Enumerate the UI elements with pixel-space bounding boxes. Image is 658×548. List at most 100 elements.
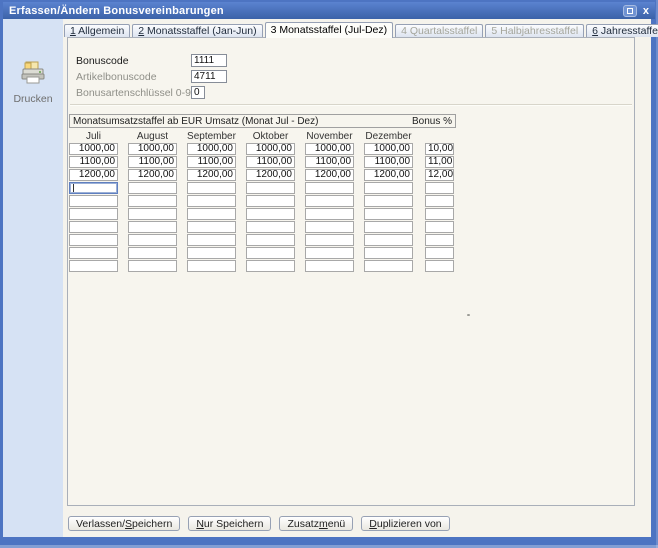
- zusatzmenu-button[interactable]: Zusatzmenü: [279, 516, 354, 531]
- month-cell[interactable]: [364, 182, 413, 194]
- month-cell[interactable]: [305, 182, 354, 194]
- month-cell[interactable]: [364, 260, 413, 272]
- tab-monatsstaffel-jul-dez[interactable]: 3 Monatsstaffel (Jul-Dez): [264, 22, 394, 38]
- month-cell[interactable]: [187, 260, 236, 272]
- month-cell[interactable]: 1200,00: [246, 169, 295, 181]
- month-cell[interactable]: [305, 195, 354, 207]
- month-cell[interactable]: [69, 182, 118, 194]
- month-cell[interactable]: [246, 195, 295, 207]
- month-cell[interactable]: [128, 247, 177, 259]
- month-cell[interactable]: [246, 182, 295, 194]
- bonus-cell[interactable]: 11,00: [425, 156, 454, 168]
- month-cell[interactable]: [128, 234, 177, 246]
- month-cell[interactable]: [187, 195, 236, 207]
- month-cell[interactable]: [364, 208, 413, 220]
- month-cell[interactable]: [128, 221, 177, 233]
- month-cell[interactable]: 1000,00: [128, 143, 177, 155]
- month-cell[interactable]: 1000,00: [305, 143, 354, 155]
- month-cell[interactable]: 1200,00: [364, 169, 413, 181]
- bonusartenschluessel-input[interactable]: [191, 86, 205, 99]
- bonus-cell[interactable]: [425, 247, 454, 259]
- month-cell[interactable]: [69, 208, 118, 220]
- main-area: 1 Allgemein 2 Monatsstaffel (Jan-Jun) 3 Mo…: [63, 19, 658, 537]
- month-cell[interactable]: 1100,00: [364, 156, 413, 168]
- month-cell[interactable]: [69, 247, 118, 259]
- bonus-cell[interactable]: [425, 182, 454, 194]
- month-cell[interactable]: 1100,00: [246, 156, 295, 168]
- bonus-cell[interactable]: 12,00: [425, 169, 454, 181]
- bonus-percent-header: Bonus %: [411, 115, 452, 127]
- month-cell[interactable]: [246, 221, 295, 233]
- month-cell[interactable]: 1100,00: [305, 156, 354, 168]
- titlebar[interactable]: Erfassen/Ändern Bonusvereinbarungen x: [3, 2, 655, 19]
- month-cell[interactable]: [187, 247, 236, 259]
- month-cell[interactable]: [364, 195, 413, 207]
- app-window: Erfassen/Ändern Bonusvereinbarungen x Dr…: [0, 0, 658, 548]
- month-cell[interactable]: [69, 221, 118, 233]
- staffel-header-title: Monatsumsatzstaffel ab EUR Umsatz (Monat…: [73, 115, 319, 127]
- month-cell[interactable]: 1000,00: [246, 143, 295, 155]
- month-cell[interactable]: [364, 247, 413, 259]
- print-label: Drucken: [13, 93, 53, 105]
- artikelbonuscode-row: Artikelbonuscode: [76, 70, 626, 83]
- month-cell[interactable]: [305, 234, 354, 246]
- print-button[interactable]: Drucken: [3, 61, 63, 105]
- bonus-cell[interactable]: [425, 195, 454, 207]
- sidebar: Drucken: [3, 19, 63, 537]
- month-cell[interactable]: 1100,00: [69, 156, 118, 168]
- bonus-cell[interactable]: 10,00: [425, 143, 454, 155]
- month-cell[interactable]: [305, 208, 354, 220]
- tab-strip: 1 Allgemein 2 Monatsstaffel (Jan-Jun) 3 Mo…: [64, 22, 658, 38]
- month-cell[interactable]: [187, 182, 236, 194]
- tab-monatsstaffel-jan-jun[interactable]: 2 Monatsstaffel (Jan-Jun): [132, 24, 263, 37]
- button-row: Verlassen/Speichern Nur Speichern Zusatzme…: [68, 516, 450, 531]
- month-cell[interactable]: [69, 260, 118, 272]
- bonusartenschluessel-row: Bonusartenschlüssel 0-9: [76, 86, 626, 99]
- tab-allgemein[interactable]: 1 Allgemein: [64, 24, 131, 37]
- month-cell[interactable]: 1100,00: [128, 156, 177, 168]
- column-header: Dezember: [365, 131, 412, 142]
- month-cell[interactable]: [364, 234, 413, 246]
- month-cell[interactable]: [187, 208, 236, 220]
- bonusartenschluessel-label: Bonusartenschlüssel 0-9: [76, 87, 191, 99]
- bonuscode-input[interactable]: [191, 54, 227, 67]
- bonus-cell[interactable]: [425, 221, 454, 233]
- tab-jahresstaffel[interactable]: 6 Jahresstaffel: [586, 24, 658, 37]
- artikelbonuscode-input[interactable]: [191, 70, 227, 83]
- month-cell[interactable]: [305, 221, 354, 233]
- bonus-cell[interactable]: [425, 234, 454, 246]
- column-header-spacer: [423, 131, 454, 142]
- month-cell[interactable]: 1200,00: [128, 169, 177, 181]
- column-header: August: [136, 131, 169, 142]
- month-cell[interactable]: [305, 260, 354, 272]
- month-cell[interactable]: 1200,00: [69, 169, 118, 181]
- month-cell[interactable]: [364, 221, 413, 233]
- nur-speichern-button[interactable]: Nur Speichern: [188, 516, 272, 531]
- month-cell[interactable]: 1000,00: [364, 143, 413, 155]
- close-icon[interactable]: x: [641, 5, 651, 17]
- month-cell[interactable]: [187, 221, 236, 233]
- bonuscode-row: Bonuscode: [76, 54, 626, 67]
- month-cell[interactable]: [128, 195, 177, 207]
- verlassen-speichern-button[interactable]: Verlassen/Speichern: [68, 516, 181, 531]
- month-cell[interactable]: [69, 234, 118, 246]
- month-cell[interactable]: 1200,00: [187, 169, 236, 181]
- month-cell[interactable]: [187, 234, 236, 246]
- maximize-icon[interactable]: [622, 4, 637, 17]
- month-cell[interactable]: [128, 260, 177, 272]
- month-cell[interactable]: [128, 208, 177, 220]
- month-cell[interactable]: 1100,00: [187, 156, 236, 168]
- month-cell[interactable]: [246, 234, 295, 246]
- month-cell[interactable]: [305, 247, 354, 259]
- month-cell[interactable]: [69, 195, 118, 207]
- bonus-cell[interactable]: [425, 208, 454, 220]
- month-cell[interactable]: 1200,00: [305, 169, 354, 181]
- month-cell[interactable]: 1000,00: [187, 143, 236, 155]
- month-cell[interactable]: [128, 182, 177, 194]
- month-cell[interactable]: [246, 247, 295, 259]
- month-cell[interactable]: [246, 260, 295, 272]
- month-cell[interactable]: 1000,00: [69, 143, 118, 155]
- bonus-cell[interactable]: [425, 260, 454, 272]
- month-cell[interactable]: [246, 208, 295, 220]
- duplizieren-von-button[interactable]: Duplizieren von: [361, 516, 450, 531]
